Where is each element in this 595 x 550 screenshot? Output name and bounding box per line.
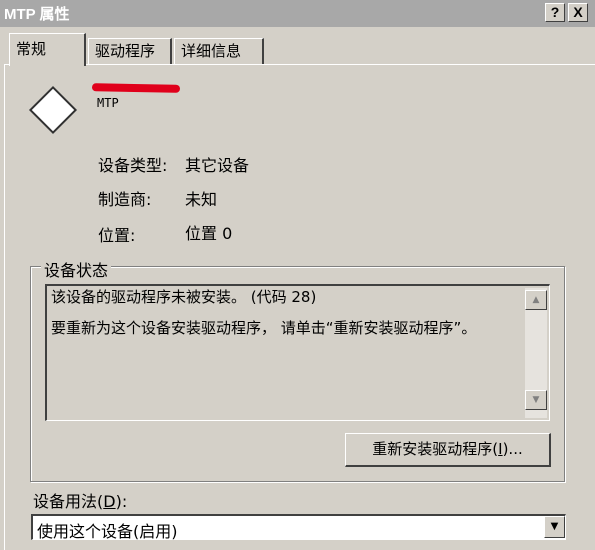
scroll-down-arrow-icon[interactable]: ▼ — [525, 390, 547, 410]
device-status-textbox[interactable]: 该设备的驱动程序未被安装。 (代码 28) 要重新为这个设备安装驱动程序， 请单… — [45, 284, 550, 421]
tab-label: 驱动程序 — [95, 42, 156, 60]
tab-general[interactable]: 常规 — [9, 33, 86, 66]
usage-label-accel: D — [103, 492, 116, 511]
device-usage-selected: 使用这个设备(启用) — [37, 522, 178, 541]
tab-details[interactable]: 详细信息 — [174, 38, 264, 64]
manufacturer-value: 未知 — [185, 190, 218, 209]
device-type-label: 设备类型: — [98, 156, 168, 175]
device-usage-label: 设备用法(D): — [33, 492, 128, 511]
help-button[interactable]: ? — [545, 3, 565, 22]
device-type-value: 其它设备 — [185, 156, 250, 175]
scroll-up-arrow-icon[interactable]: ▲ — [525, 290, 547, 310]
location-value: 位置 0 — [185, 224, 233, 243]
status-line-instruction: 要重新为这个设备安装驱动程序， 请单击“重新安装驱动程序”。 — [51, 319, 477, 337]
device-status-title: 设备状态 — [41, 257, 112, 281]
tab-label: 常规 — [16, 40, 47, 58]
usage-label-text: 设备用法 — [33, 492, 98, 511]
reinstall-driver-button[interactable]: 重新安装驱动程序(I)... — [345, 433, 551, 467]
reinstall-button-suffix: )... — [502, 440, 523, 458]
device-name: MTP — [97, 96, 119, 110]
device-usage-select[interactable]: 使用这个设备(启用) ▼ — [31, 514, 566, 541]
redaction-mark — [91, 83, 181, 93]
vertical-scrollbar[interactable]: ▲ ▼ — [525, 288, 547, 418]
dropdown-arrow-icon[interactable]: ▼ — [544, 516, 565, 538]
location-label: 位置: — [98, 226, 136, 245]
status-text: 该设备的驱动程序未被安装。 (代码 28) 要重新为这个设备安装驱动程序， 请单… — [51, 289, 521, 337]
manufacturer-label: 制造商: — [98, 190, 152, 209]
tab-driver[interactable]: 驱动程序 — [88, 38, 172, 64]
tab-label: 详细信息 — [181, 42, 242, 60]
close-button[interactable]: X — [568, 3, 588, 22]
title-bar: MTP 属性 ? X — [0, 0, 595, 27]
status-line-code: 该设备的驱动程序未被安装。 (代码 28) — [51, 288, 317, 306]
reinstall-button-text: 重新安装驱动程序 — [372, 440, 493, 458]
window-title: MTP 属性 — [4, 6, 70, 23]
